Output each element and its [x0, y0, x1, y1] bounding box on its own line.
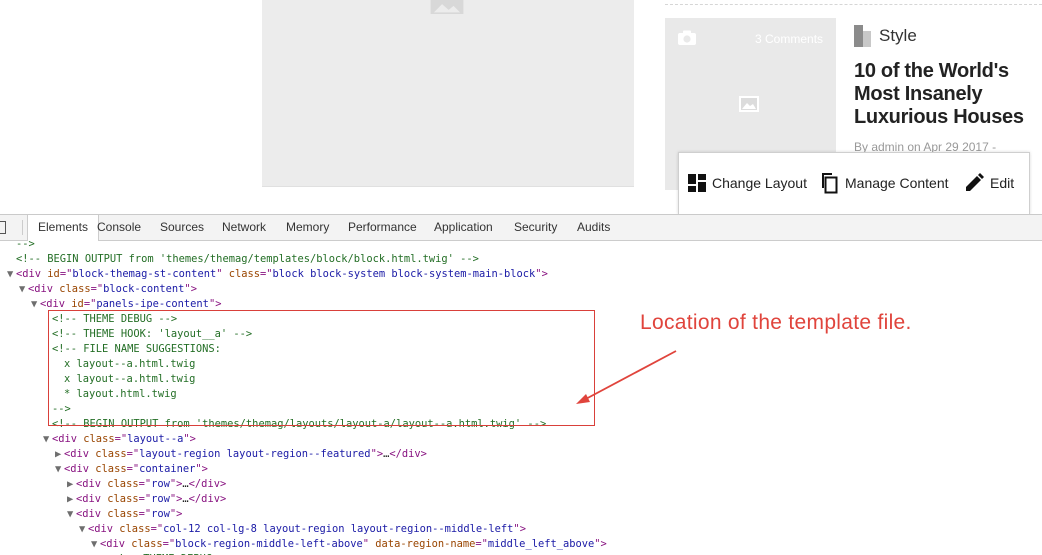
tab-network[interactable]: Network	[222, 215, 266, 240]
dom-element-node[interactable]: ▼ <div class="layout--a">	[43, 432, 196, 447]
collapse-triangle-icon: ▶	[67, 478, 74, 490]
tab-audits[interactable]: Audits	[577, 215, 610, 240]
tab-console[interactable]: Console	[97, 215, 141, 240]
tab-security[interactable]: Security	[514, 215, 557, 240]
dom-element-node[interactable]: ▼ <div class="col-12 col-lg-8 layout-regi…	[79, 522, 526, 537]
dom-element-node[interactable]: ▼ <div class="block-region-middle-left-ab…	[91, 537, 607, 552]
expand-triangle-icon: ▼	[91, 538, 98, 550]
expand-triangle-icon: ▼	[19, 283, 26, 295]
dom-element-node[interactable]: ▼ <div class="block-content">	[19, 282, 197, 297]
expand-triangle-icon: ▼	[31, 298, 38, 310]
tab-performance[interactable]: Performance	[348, 215, 417, 240]
edit-button[interactable]: Edit	[964, 171, 1014, 195]
category-icon	[854, 25, 871, 47]
article-image-placeholder	[262, 0, 634, 187]
layout-icon	[688, 174, 706, 192]
tab-sources[interactable]: Sources	[160, 215, 204, 240]
divider	[665, 4, 1042, 5]
dom-element-node[interactable]: ▼ <div class="container">	[55, 462, 208, 477]
expand-triangle-icon: ▼	[7, 268, 14, 280]
change-layout-label: Change Layout	[712, 175, 807, 191]
page-area: 3 Comments Style 10 of the World's Most …	[0, 0, 1042, 214]
comment-count[interactable]: 3 Comments	[755, 32, 823, 46]
tab-elements[interactable]: Elements	[27, 215, 99, 241]
dom-element-node[interactable]: ▶ <div class="row">…</div>	[67, 477, 226, 492]
category-label[interactable]: Style	[879, 26, 917, 46]
category-tag[interactable]: Style	[854, 24, 917, 48]
image-placeholder-icon	[739, 96, 759, 112]
manage-content-label: Manage Content	[845, 175, 949, 191]
dock-icon[interactable]	[0, 221, 6, 234]
tab-application[interactable]: Application	[434, 215, 493, 240]
template-comment-highlight	[48, 310, 595, 426]
pencil-icon	[966, 173, 984, 191]
edit-label: Edit	[990, 175, 1015, 191]
dom-element-node[interactable]: ▶ <div class="row">…</div>	[67, 492, 226, 507]
dom-element-node[interactable]: ▼ <div id="block-themag-st-content" class…	[7, 267, 548, 282]
expand-triangle-icon: ▼	[67, 508, 74, 520]
manage-content-button[interactable]: Manage Content	[819, 171, 949, 195]
tab-memory[interactable]: Memory	[286, 215, 329, 240]
collapse-triangle-icon: ▶	[55, 448, 62, 460]
collapse-triangle-icon: ▶	[67, 493, 74, 505]
expand-triangle-icon: ▼	[43, 433, 50, 445]
dom-comment-node[interactable]: <!-- BEGIN OUTPUT from 'themes/themag/te…	[7, 252, 479, 267]
panels-ipe-toolbar: Change Layout Manage Content Edit	[678, 152, 1030, 214]
dom-element-node[interactable]: ▼ <div class="row">	[67, 507, 182, 522]
expand-triangle-icon: ▼	[55, 463, 62, 475]
image-placeholder-icon	[430, 0, 464, 14]
tab-separator	[22, 220, 23, 235]
devtools-tab-bar: Elements Console Sources Network Memory Perfo…	[0, 215, 1042, 241]
change-layout-button[interactable]: Change Layout	[688, 171, 807, 195]
dom-element-node[interactable]: ▶ <div class="layout-region layout-region…	[55, 447, 427, 462]
expand-triangle-icon: ▼	[79, 523, 86, 535]
annotation-callout: Location of the template file.	[640, 311, 912, 334]
camera-icon	[678, 30, 696, 45]
dom-comment-node[interactable]: -->	[7, 241, 35, 252]
article-title[interactable]: 10 of the World's Most Insanely Luxuriou…	[854, 60, 1034, 129]
copy-icon	[822, 173, 838, 194]
